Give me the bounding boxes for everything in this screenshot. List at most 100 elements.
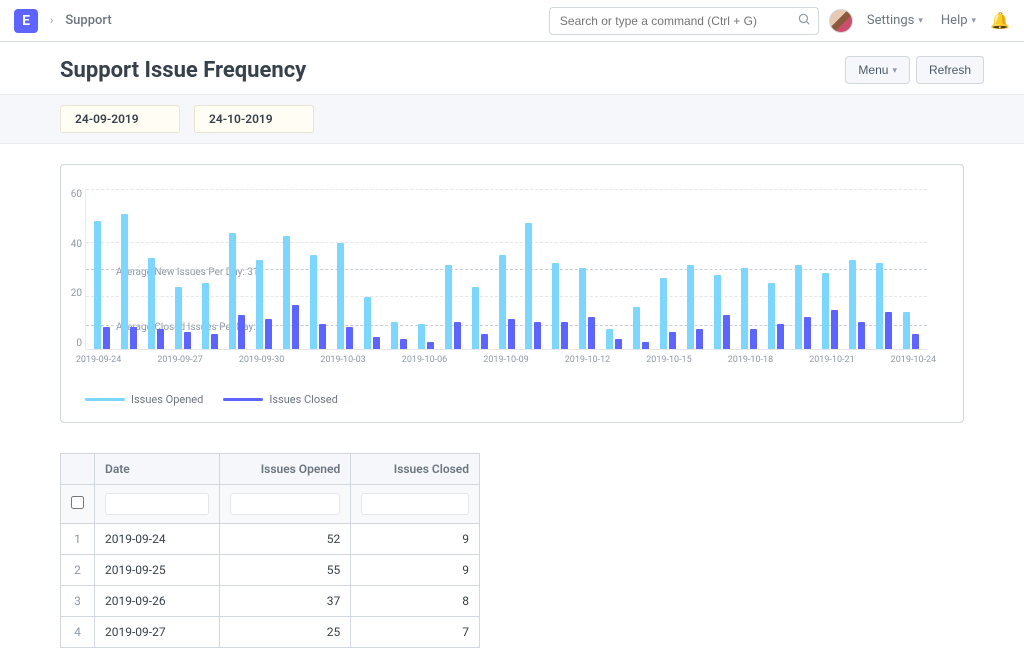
bar-closed[interactable] <box>561 322 568 349</box>
bar-opened[interactable] <box>229 233 236 349</box>
bar-opened[interactable] <box>256 260 263 349</box>
to-date-input[interactable]: 24-10-2019 <box>194 105 314 133</box>
refresh-button[interactable]: Refresh <box>916 56 984 84</box>
select-all-checkbox[interactable] <box>61 485 95 524</box>
bar-opened[interactable] <box>687 265 694 349</box>
filter-closed-input[interactable] <box>361 493 469 515</box>
bar-opened[interactable] <box>472 287 479 349</box>
bar-opened[interactable] <box>714 275 721 349</box>
checkbox-header[interactable] <box>61 454 95 485</box>
bar-opened[interactable] <box>94 221 101 349</box>
bar-opened[interactable] <box>579 268 586 349</box>
bar-closed[interactable] <box>157 329 164 349</box>
bar-opened[interactable] <box>822 273 829 349</box>
col-closed[interactable]: Issues Closed <box>351 454 480 485</box>
bar-closed[interactable] <box>184 332 191 349</box>
cell-date: 2019-09-24 <box>95 524 220 555</box>
row-index: 2 <box>61 555 95 586</box>
bar-closed[interactable] <box>723 315 730 349</box>
bar-closed[interactable] <box>238 315 245 349</box>
bar-closed[interactable] <box>427 342 434 349</box>
bell-icon[interactable]: 🔔 <box>990 11 1010 30</box>
bar-closed[interactable] <box>777 324 784 349</box>
bar-closed[interactable] <box>588 317 595 349</box>
bar-closed[interactable] <box>265 319 272 349</box>
bar-closed[interactable] <box>696 329 703 349</box>
help-label: Help <box>941 13 968 28</box>
col-opened[interactable]: Issues Opened <box>220 454 351 485</box>
bar-closed[interactable] <box>103 327 110 349</box>
bar-opened[interactable] <box>768 283 775 349</box>
bar-opened[interactable] <box>310 255 317 349</box>
bar-opened[interactable] <box>849 260 856 349</box>
bar-group <box>332 189 357 349</box>
bar-closed[interactable] <box>454 322 461 349</box>
bar-opened[interactable] <box>876 263 883 349</box>
bar-closed[interactable] <box>319 324 326 349</box>
table-card: Date Issues Opened Issues Closed 12019-0… <box>60 453 480 648</box>
bar-closed[interactable] <box>400 339 407 349</box>
app-logo[interactable]: E <box>14 9 38 33</box>
bar-opened[interactable] <box>148 258 155 349</box>
filter-opened-input[interactable] <box>230 493 340 515</box>
bar-group <box>440 189 465 349</box>
breadcrumb[interactable]: Support <box>65 13 111 28</box>
bar-opened[interactable] <box>283 236 290 349</box>
cell-closed: 8 <box>351 586 480 617</box>
bar-group <box>413 189 438 349</box>
from-date-input[interactable]: 24-09-2019 <box>60 105 180 133</box>
bar-opened[interactable] <box>121 214 128 349</box>
bar-opened[interactable] <box>499 255 506 349</box>
bar-closed[interactable] <box>508 319 515 349</box>
bar-opened[interactable] <box>445 265 452 349</box>
table-row[interactable]: 22019-09-25559 <box>61 555 480 586</box>
bar-closed[interactable] <box>211 334 218 349</box>
bar-opened[interactable] <box>795 265 802 349</box>
col-date[interactable]: Date <box>95 454 220 485</box>
help-menu[interactable]: Help ▾ <box>937 13 980 28</box>
bar-closed[interactable] <box>130 327 137 349</box>
bar-opened[interactable] <box>337 243 344 349</box>
table-row[interactable]: 12019-09-24529 <box>61 524 480 555</box>
bar-closed[interactable] <box>885 312 892 349</box>
chevron-down-icon: ▾ <box>892 65 897 76</box>
bar-opened[interactable] <box>175 287 182 349</box>
menu-button[interactable]: Menu ▾ <box>845 56 910 84</box>
bar-opened[interactable] <box>418 324 425 349</box>
search-wrap <box>549 7 819 35</box>
bar-closed[interactable] <box>804 317 811 349</box>
avatar[interactable] <box>829 9 853 33</box>
bar-closed[interactable] <box>534 322 541 349</box>
bar-opened[interactable] <box>660 278 667 349</box>
bar-group <box>252 189 277 349</box>
x-tick: 2019-10-21 <box>809 355 854 365</box>
bar-closed[interactable] <box>831 310 838 349</box>
bar-closed[interactable] <box>642 342 649 349</box>
bar-opened[interactable] <box>903 312 910 349</box>
bar-opened[interactable] <box>525 223 532 349</box>
bar-closed[interactable] <box>292 305 299 349</box>
bar-closed[interactable] <box>912 334 919 349</box>
bar-closed[interactable] <box>750 329 757 349</box>
bar-closed[interactable] <box>615 339 622 349</box>
bar-opened[interactable] <box>606 329 613 349</box>
settings-menu[interactable]: Settings ▾ <box>863 13 927 28</box>
bar-opened[interactable] <box>202 283 209 349</box>
search-input[interactable] <box>549 7 819 35</box>
bar-closed[interactable] <box>669 332 676 349</box>
row-index: 1 <box>61 524 95 555</box>
bar-opened[interactable] <box>633 307 640 349</box>
table-row[interactable]: 32019-09-26378 <box>61 586 480 617</box>
bar-opened[interactable] <box>741 268 748 349</box>
bar-closed[interactable] <box>373 337 380 349</box>
bar-opened[interactable] <box>364 297 371 349</box>
x-tick: 2019-10-18 <box>728 355 773 365</box>
bar-closed[interactable] <box>858 322 865 349</box>
bar-closed[interactable] <box>481 334 488 349</box>
table-row[interactable]: 42019-09-27257 <box>61 617 480 648</box>
bar-opened[interactable] <box>552 263 559 349</box>
filter-date-input[interactable] <box>105 493 209 515</box>
bar-opened[interactable] <box>391 322 398 349</box>
page-title: Support Issue Frequency <box>60 58 839 83</box>
bar-closed[interactable] <box>346 327 353 349</box>
